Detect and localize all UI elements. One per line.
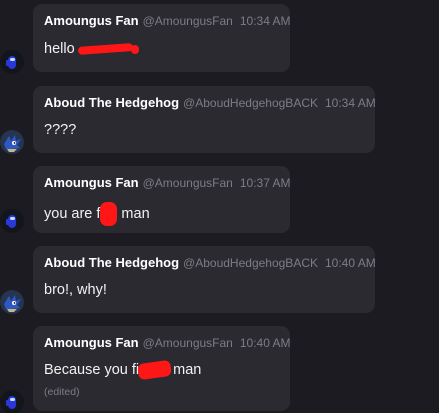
message-bubble: Aboud The Hedgehog @AboudHedgehogBACK 10:3… [33,86,376,153]
author-name[interactable]: Aboud The Hedgehog [44,95,179,110]
message-text-start: hello [44,41,75,57]
timestamp: 10:40 AM [325,256,376,270]
author-handle[interactable]: @AboudHedgehogBACK [183,96,318,110]
amongus-crewmate-avatar[interactable] [0,50,24,74]
redaction-mark [100,202,118,226]
timestamp: 10:37 AM [239,176,291,190]
edited-label: (edited) [44,386,80,398]
message-bubble: Aboud The Hedgehog @AboudHedgehogBACK 10:4… [33,246,376,313]
message-text: hello [44,40,139,58]
amongus-crewmate-avatar[interactable] [0,209,24,233]
message-header: Amoungus Fan @AmoungusFan 10:40 AM [44,335,291,351]
message-bubble: Amoungus Fan @AmoungusFan 10:40 AM Because… [33,326,291,411]
message-header: Aboud The Hedgehog @AboudHedgehogBACK 10:3… [44,95,376,111]
message-text: bro!, why! [44,282,107,298]
chat-message: Amoungus Fan @AmoungusFan 10:40 AM Because… [0,326,439,413]
author-handle[interactable]: @AboudHedgehogBACK [183,256,318,270]
message-text: ???? [44,122,77,138]
timestamp: 10:34 AM [239,14,291,28]
author-name[interactable]: Aboud The Hedgehog [44,255,179,270]
message-text-start: Because you fi [44,362,140,378]
timestamp: 10:34 AM [325,96,376,110]
message-header: Amoungus Fan @AmoungusFan 10:34 AM [44,13,291,29]
message-bubble: Amoungus Fan @AmoungusFan 10:37 AM you are… [33,166,291,233]
message-text: Because you fi man [44,359,202,381]
redaction-mark [137,359,173,381]
author-handle[interactable]: @AmoungusFan [143,176,233,190]
message-text: you are f man [44,202,150,226]
message-text-end: man [121,205,150,222]
amongus-crewmate-avatar[interactable] [0,390,24,413]
chat-message: Amoungus Fan @AmoungusFan 10:37 AM you are… [0,166,439,238]
message-text-start: you are f [44,205,101,222]
author-handle[interactable]: @AmoungusFan [143,336,233,350]
author-name[interactable]: Amoungus Fan [44,175,139,190]
message-text-end: man [173,362,202,378]
chat-message: Aboud The Hedgehog @AboudHedgehogBACK 10:4… [0,246,439,318]
hedgehog-avatar[interactable] [0,130,24,154]
chat-message: Aboud The Hedgehog @AboudHedgehogBACK 10:3… [0,86,439,158]
hedgehog-avatar[interactable] [0,290,24,314]
chat-message-list: Amoungus Fan @AmoungusFan 10:34 AM hello A… [0,0,439,413]
author-handle[interactable]: @AmoungusFan [143,14,233,28]
timestamp: 10:40 AM [239,336,291,350]
author-name[interactable]: Amoungus Fan [44,335,139,350]
message-header: Amoungus Fan @AmoungusFan 10:37 AM [44,175,291,191]
redaction-mark [77,43,133,56]
message-bubble: Amoungus Fan @AmoungusFan 10:34 AM hello [33,4,291,72]
author-name[interactable]: Amoungus Fan [44,13,139,28]
message-header: Aboud The Hedgehog @AboudHedgehogBACK 10:4… [44,255,376,271]
chat-message: Amoungus Fan @AmoungusFan 10:34 AM hello [0,0,439,80]
